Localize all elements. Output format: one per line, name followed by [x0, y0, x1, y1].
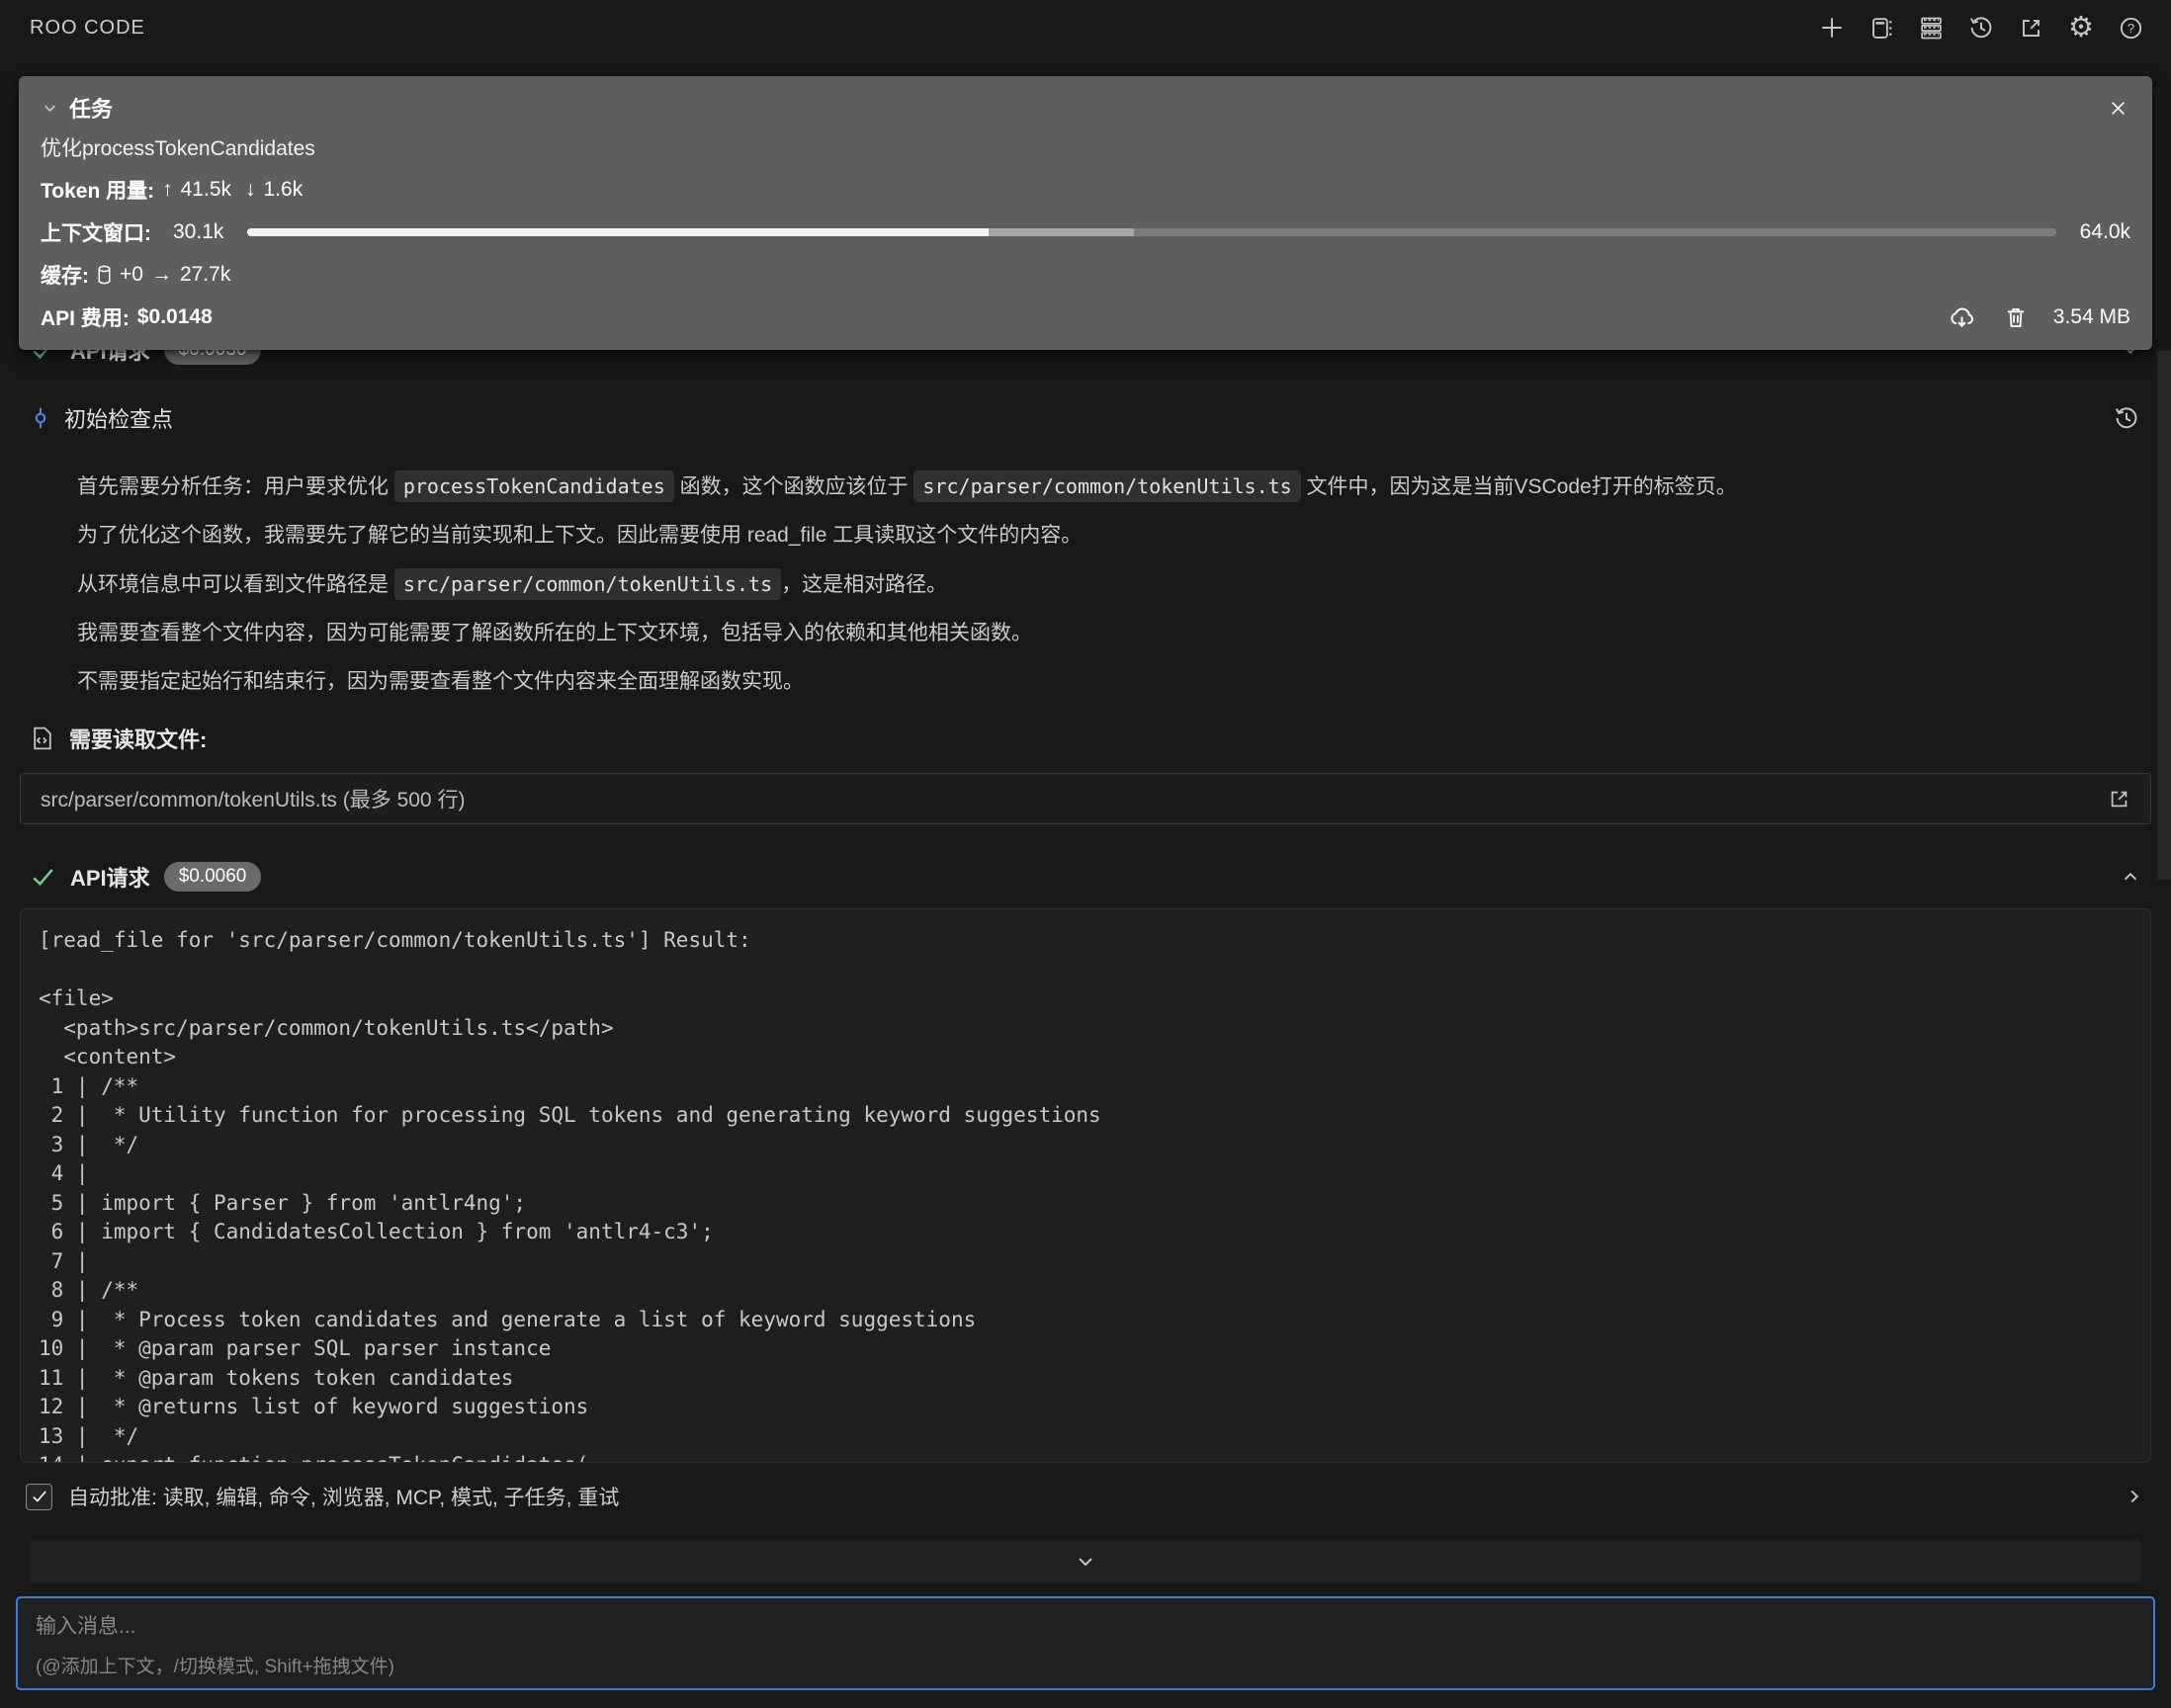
arrow-up-icon: ↑	[162, 178, 173, 202]
file-code-icon	[30, 726, 55, 751]
context-bar-used	[247, 228, 989, 236]
checkpoint-label: 初始检查点	[64, 402, 173, 434]
reasoning-paragraph: 首先需要分析任务：用户要求优化 processTokenCandidates 函…	[77, 471, 2072, 502]
history-button[interactable]	[1966, 13, 1996, 43]
auto-approve-checkbox[interactable]	[26, 1484, 52, 1510]
external-link-icon[interactable]	[2108, 788, 2130, 811]
check-icon	[30, 864, 56, 891]
task-panel-toggle[interactable]: 任务	[41, 92, 113, 124]
context-bar-track	[1134, 228, 2056, 236]
expand-panel-bar[interactable]	[30, 1540, 2141, 1582]
reasoning-paragraph: 为了优化这个函数，我需要先了解它的当前实现和上下文。因此需要使用 read_fi…	[77, 521, 2072, 551]
context-window-label: 上下文窗口:	[41, 217, 151, 247]
mcp-servers-button[interactable]	[1917, 14, 1946, 43]
reasoning-text-block: 首先需要分析任务：用户要求优化 processTokenCandidates 函…	[77, 471, 2072, 697]
delete-task-button[interactable]	[2002, 303, 2030, 331]
message-composer[interactable]: (@添加上下文，/切换模式, Shift+拖拽文件)	[16, 1596, 2155, 1690]
chevron-up-icon[interactable]	[2120, 866, 2141, 888]
read-file-header-row: 需要读取文件:	[0, 721, 2171, 756]
tokens-in-value: 41.5k	[181, 178, 231, 202]
api-cost-label: API 费用:	[41, 302, 130, 332]
mcp-server-icon	[1919, 16, 1944, 41]
api-request-label: API请求	[70, 861, 150, 893]
help-icon: ?	[2119, 16, 2143, 41]
task-panel: 任务 优化processTokenCandidates Token 用量: ↑ …	[19, 76, 2152, 350]
api-request-row-2[interactable]: API请求 $0.0060	[0, 860, 2171, 894]
reasoning-paragraph: 我需要查看整个文件内容，因为可能需要了解函数所在的上下文环境，包括导入的依赖和其…	[77, 619, 2072, 648]
checkbox-check-icon	[31, 1488, 48, 1505]
history-icon	[1968, 15, 1994, 41]
task-text: 优化processTokenCandidates	[41, 132, 2130, 162]
trash-icon	[2004, 305, 2028, 329]
chevron-down-icon	[1074, 1550, 1097, 1574]
message-input[interactable]	[36, 1610, 2135, 1650]
extension-header: ROO CODE ⚙ ?	[0, 0, 2171, 55]
gear-icon: ⚙	[2068, 15, 2094, 41]
tool-result-text: [read_file for 'src/parser/common/tokenU…	[39, 926, 2132, 1463]
tool-result-code-block: [read_file for 'src/parser/common/tokenU…	[20, 908, 2151, 1463]
task-panel-title: 任务	[69, 92, 113, 124]
open-in-editor-button[interactable]	[2017, 14, 2045, 43]
context-window-bar	[247, 228, 2055, 236]
export-icon	[2019, 16, 2043, 41]
context-current-value: 30.1k	[173, 220, 223, 244]
context-window-row: 上下文窗口: 30.1k 64.0k	[41, 217, 2130, 247]
prompts-notebook-icon	[1869, 16, 1894, 41]
restore-checkpoint-button[interactable]	[2112, 403, 2141, 433]
api-cost-value: $0.0148	[137, 305, 213, 329]
inline-code: src/parser/common/tokenUtils.ts	[394, 568, 781, 600]
app-title: ROO CODE	[30, 17, 145, 40]
file-path-text: src/parser/common/tokenUtils.ts (最多 500 …	[41, 784, 465, 813]
cloud-download-icon	[1948, 304, 1976, 330]
read-file-label: 需要读取文件:	[69, 723, 207, 754]
api-cost-row: API 费用: $0.0148 3.54 MB	[41, 302, 2130, 332]
plus-icon	[1819, 15, 1845, 41]
chat-stream: API请求 $0.0036 初始检查点 首先需要分析任务：用户要求优化 proc…	[0, 333, 2171, 1690]
settings-button[interactable]: ⚙	[2066, 13, 2096, 43]
scrollbar-thumb[interactable]	[2157, 351, 2171, 880]
database-icon	[97, 265, 112, 285]
cache-label: 缓存:	[41, 260, 89, 290]
checkpoint-row: 初始检查点	[0, 400, 2171, 436]
reasoning-paragraph: 从环境信息中可以看到文件路径是 src/parser/common/tokenU…	[77, 569, 2072, 600]
composer-hint: (@添加上下文，/切换模式, Shift+拖拽文件)	[36, 1652, 394, 1678]
context-bar-reserved	[989, 228, 1133, 236]
chevron-right-icon[interactable]	[2124, 1486, 2145, 1507]
auto-approve-row[interactable]: 自动批准: 读取, 编辑, 命令, 浏览器, MCP, 模式, 子任务, 重试	[0, 1478, 2171, 1515]
cache-reads-value: 27.7k	[180, 263, 230, 287]
prompts-button[interactable]	[1867, 14, 1896, 43]
arrow-down-icon: ↓	[245, 178, 256, 202]
export-task-button[interactable]	[1946, 302, 1978, 332]
cache-row: 缓存: +0 → 27.7k	[41, 260, 2130, 290]
file-path-box[interactable]: src/parser/common/tokenUtils.ts (最多 500 …	[20, 773, 2151, 824]
tokens-out-value: 1.6k	[264, 178, 304, 202]
git-commit-icon	[30, 407, 51, 429]
inline-code: src/parser/common/tokenUtils.ts	[913, 470, 1300, 502]
task-size-value: 3.54 MB	[2053, 305, 2130, 329]
help-button[interactable]: ?	[2117, 14, 2145, 43]
reasoning-paragraph: 不需要指定起始行和结束行，因为需要查看整个文件内容来全面理解函数实现。	[77, 667, 2072, 697]
token-usage-label: Token 用量:	[41, 175, 154, 205]
close-icon	[2108, 98, 2128, 119]
arrow-right-icon: →	[151, 263, 172, 287]
close-task-button[interactable]	[2106, 96, 2130, 121]
api-cost-badge: $0.0060	[164, 862, 262, 892]
context-max-value: 64.0k	[2080, 220, 2130, 244]
auto-approve-text: 自动批准: 读取, 编辑, 命令, 浏览器, MCP, 模式, 子任务, 重试	[68, 1482, 619, 1511]
new-task-button[interactable]	[1817, 13, 1847, 43]
inline-code: processTokenCandidates	[394, 470, 674, 502]
chevron-down-icon	[41, 99, 59, 118]
history-icon	[2114, 405, 2139, 431]
header-actions: ⚙ ?	[1817, 13, 2145, 43]
token-usage-row: Token 用量: ↑ 41.5k ↓ 1.6k	[41, 175, 2130, 205]
cache-writes-value: +0	[120, 263, 143, 287]
svg-text:?: ?	[2128, 21, 2134, 36]
